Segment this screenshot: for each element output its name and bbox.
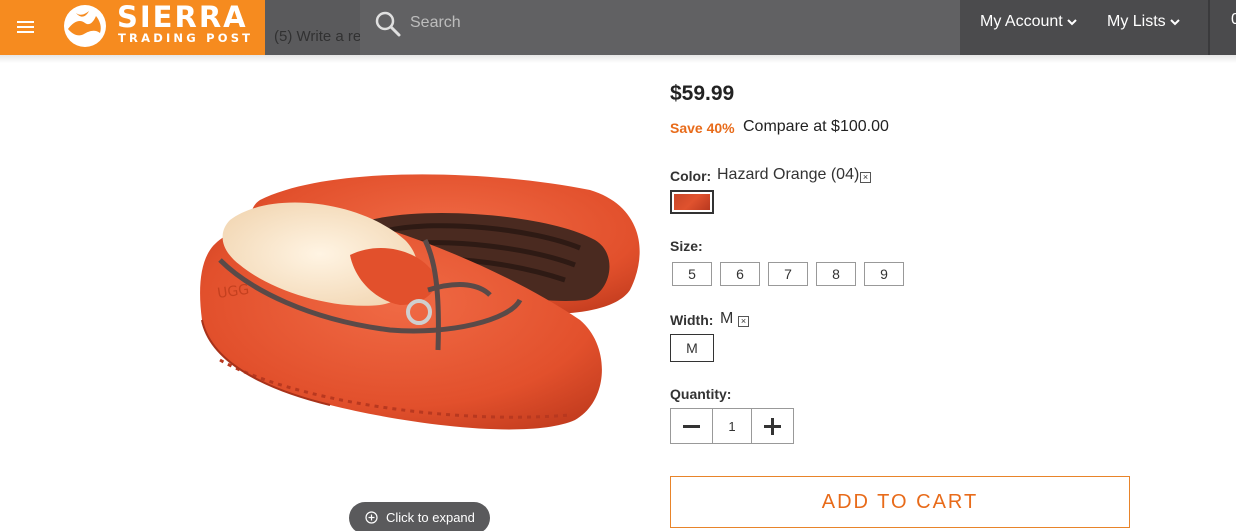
add-to-cart-button[interactable]: ADD TO CART: [670, 476, 1130, 528]
size-option[interactable]: 5: [672, 262, 712, 286]
sierra-logo-mark-icon[interactable]: [62, 3, 108, 49]
site-header: SIERRA TRADING POST (5) Write a re My Ac…: [0, 0, 1236, 55]
quantity-input[interactable]: [713, 409, 751, 443]
size-label: Size:: [670, 238, 703, 254]
chevron-down-icon: [1066, 19, 1077, 26]
cart-count[interactable]: 0: [1231, 11, 1236, 29]
width-option[interactable]: M: [670, 334, 714, 362]
quantity-stepper: [670, 408, 794, 444]
size-option[interactable]: 9: [864, 262, 904, 286]
size-option[interactable]: 8: [816, 262, 856, 286]
product-price: $59.99: [670, 82, 735, 105]
header-shadow: [0, 55, 1236, 63]
width-value: M: [720, 310, 734, 327]
my-lists-label: My Lists: [1107, 13, 1166, 30]
quantity-decrease-button[interactable]: [671, 409, 713, 443]
click-to-expand-button[interactable]: Click to expand: [349, 502, 490, 531]
logo-subtitle: TRADING POST: [118, 31, 254, 45]
quantity-label: Quantity:: [670, 386, 732, 402]
width-label: Width:: [670, 312, 714, 328]
size-option[interactable]: 7: [768, 262, 808, 286]
brand-bar: SIERRA TRADING POST: [0, 0, 265, 55]
nav-divider: [1208, 0, 1210, 55]
color-value: Hazard Orange (04): [717, 166, 860, 183]
write-review-link[interactable]: (5) Write a re: [274, 28, 361, 45]
search-input[interactable]: [410, 8, 950, 38]
compare-price: Compare at $100.00: [743, 118, 889, 135]
my-account-menu[interactable]: My Account: [980, 11, 1078, 33]
clear-color-icon[interactable]: ×: [860, 172, 871, 183]
product-image[interactable]: UGG: [190, 160, 650, 460]
save-percent: Save 40%: [670, 120, 735, 136]
hamburger-menu-icon[interactable]: [12, 14, 38, 40]
color-label: Color:: [670, 168, 712, 184]
clear-width-icon[interactable]: ×: [738, 316, 749, 327]
quantity-increase-button[interactable]: [751, 409, 793, 443]
color-swatch-hazard-orange[interactable]: [670, 190, 714, 214]
logo-wordmark[interactable]: SIERRA: [117, 1, 248, 33]
search-icon[interactable]: [374, 10, 402, 38]
chevron-down-icon: [1169, 19, 1180, 26]
zoom-plus-icon: [365, 511, 378, 524]
my-account-label: My Account: [980, 13, 1063, 30]
size-option[interactable]: 6: [720, 262, 760, 286]
expand-label: Click to expand: [386, 510, 475, 525]
my-lists-menu[interactable]: My Lists: [1107, 11, 1181, 33]
